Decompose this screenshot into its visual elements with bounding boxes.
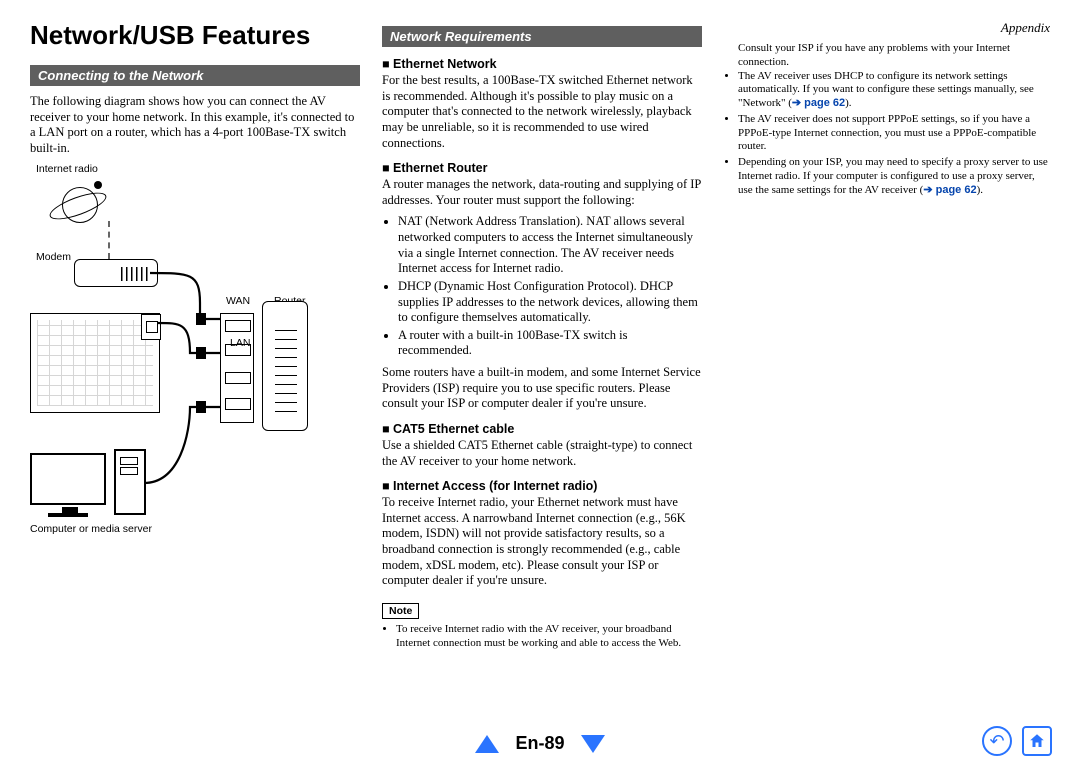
text: ). (845, 97, 851, 109)
col3-first: Consult your ISP if you have any problem… (724, 42, 1050, 70)
page-title: Network/USB Features (30, 20, 360, 51)
sub-internet-access: Internet Access (for Internet radio) (382, 479, 702, 493)
pc-icon (114, 449, 146, 515)
back-button[interactable]: ↶ (982, 726, 1012, 756)
text: ). (977, 184, 983, 196)
globe-icon (50, 183, 106, 227)
page-link-62a[interactable]: ➔ page 62 (792, 97, 845, 109)
router-icon (262, 301, 308, 431)
router-bullets: NAT (Network Address Translation). NAT a… (382, 214, 702, 359)
sub-ethernet-network: Ethernet Network (382, 57, 702, 71)
page-number: En-89 (515, 733, 564, 754)
col3-bullets: The AV receiver uses DHCP to configure i… (724, 70, 1050, 198)
av-receiver-icon (30, 313, 160, 413)
note-label: Note (382, 603, 419, 619)
list-item: The AV receiver uses DHCP to configure i… (738, 70, 1050, 111)
home-button[interactable] (1022, 726, 1052, 756)
list-item: NAT (Network Address Translation). NAT a… (398, 214, 702, 277)
next-page-button[interactable] (581, 735, 605, 753)
section-connecting-heading: Connecting to the Network (30, 65, 360, 86)
cat5-text: Use a shielded CAT5 Ethernet cable (stra… (382, 438, 702, 469)
note-bullets: To receive Internet radio with the AV re… (382, 623, 702, 651)
appendix-label: Appendix (724, 20, 1050, 36)
list-item: The AV receiver does not support PPPoE s… (738, 113, 1050, 154)
section-requirements-heading: Network Requirements (382, 26, 702, 47)
label-internet-radio: Internet radio (36, 163, 98, 175)
prev-page-button[interactable] (475, 735, 499, 753)
connecting-intro: The following diagram shows how you can … (30, 94, 360, 157)
sub-ethernet-router: Ethernet Router (382, 161, 702, 175)
label-wan: WAN (226, 295, 250, 307)
list-item: DHCP (Dynamic Host Configuration Protoco… (398, 279, 702, 326)
sub-cat5: CAT5 Ethernet cable (382, 422, 702, 436)
label-modem: Modem (36, 251, 71, 263)
modem-icon (74, 259, 158, 287)
hub-icon (220, 313, 254, 423)
home-icon (1028, 732, 1046, 750)
list-item: A router with a built-in 100Base-TX swit… (398, 328, 702, 359)
network-diagram: Internet radio Modem WAN Router LAN Comp… (30, 163, 360, 543)
monitor-icon (30, 453, 106, 505)
internet-text: To receive Internet radio, your Ethernet… (382, 495, 702, 589)
text: The AV receiver uses DHCP to configure i… (738, 70, 1034, 110)
page-link-62b[interactable]: ➔ page 62 (923, 184, 976, 196)
text: Depending on your ISP, you may need to s… (738, 156, 1048, 196)
router-after-text: Some routers have a built-in modem, and … (382, 365, 702, 412)
list-item: Depending on your ISP, you may need to s… (738, 156, 1050, 197)
ethernet-router-text: A router manages the network, data-routi… (382, 177, 702, 208)
label-computer: Computer or media server (30, 523, 152, 535)
ethernet-network-text: For the best results, a 100Base-TX switc… (382, 73, 702, 151)
list-item: To receive Internet radio with the AV re… (396, 623, 702, 651)
